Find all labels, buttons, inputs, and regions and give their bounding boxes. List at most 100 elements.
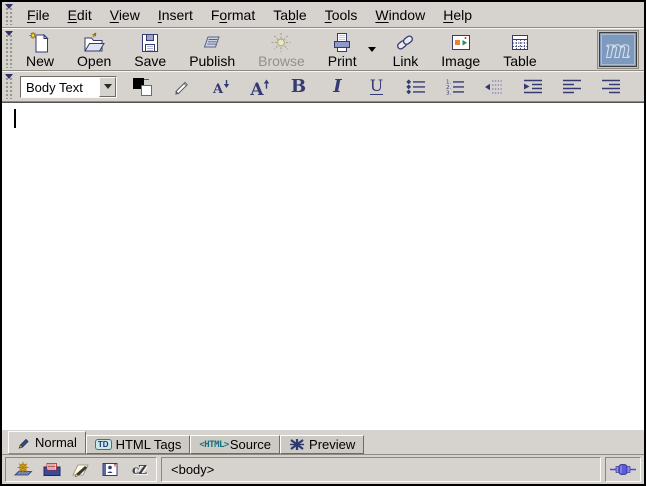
new-button-label: New	[26, 54, 54, 69]
element-path-text: <body>	[171, 462, 214, 477]
save-button[interactable]: Save	[126, 28, 174, 71]
composer-button[interactable]	[68, 460, 94, 480]
align-left-button[interactable]	[558, 74, 585, 100]
bold-icon: B	[291, 76, 306, 97]
svg-text:m: m	[605, 35, 630, 64]
status-bar: cZ <body>	[2, 455, 644, 484]
table-button-label: Table	[503, 54, 536, 69]
toolbar-grippy[interactable]	[5, 31, 14, 68]
image-icon	[449, 31, 473, 54]
combobox-dropdown-icon[interactable]	[99, 77, 116, 97]
link-chain-icon	[393, 31, 417, 54]
td-tag-icon: TD	[95, 439, 112, 450]
menu-help[interactable]: Help	[441, 4, 474, 26]
link-button-label: Link	[393, 54, 419, 69]
navigator-button[interactable]	[10, 460, 36, 480]
italic-icon: I	[333, 76, 341, 97]
bold-button[interactable]: B	[285, 74, 312, 100]
bulleted-list-button[interactable]	[402, 74, 429, 100]
paragraph-format-select[interactable]: Body Text	[20, 76, 117, 98]
tab-html-tags[interactable]: TD HTML Tags	[86, 435, 190, 454]
print-button-label: Print	[328, 54, 357, 69]
browse-button-label: Browse	[258, 54, 305, 69]
align-right-button[interactable]	[597, 74, 624, 100]
table-button[interactable]: Table	[495, 28, 544, 71]
mozilla-throbber[interactable]: m	[597, 30, 639, 69]
menu-table[interactable]: Table	[271, 4, 309, 26]
html-source-icon: <HTML>	[199, 440, 229, 450]
highlight-color-button[interactable]	[168, 74, 195, 100]
tab-preview[interactable]: Preview	[280, 435, 364, 454]
publish-button[interactable]: Publish	[181, 28, 243, 71]
menu-view[interactable]: View	[108, 4, 142, 26]
text-caret	[14, 109, 16, 128]
open-button[interactable]: Open	[69, 28, 119, 71]
outdent-icon	[483, 78, 505, 95]
address-book-button[interactable]	[97, 460, 123, 480]
tab-source-label: Source	[230, 437, 271, 452]
svg-text:A: A	[249, 80, 264, 98]
preview-icon	[289, 438, 305, 451]
numbered-list-button[interactable]: 1.2.3.	[441, 74, 468, 100]
tab-preview-label: Preview	[309, 437, 355, 452]
italic-button[interactable]: I	[324, 74, 351, 100]
composer-window: File Edit View Insert Format Table Tools…	[0, 0, 646, 486]
svg-text:3.: 3.	[446, 91, 451, 96]
formatbar-grippy[interactable]	[5, 74, 14, 99]
save-button-label: Save	[134, 54, 166, 69]
menu-window[interactable]: Window	[373, 4, 427, 26]
online-status-panel[interactable]	[605, 457, 641, 482]
align-right-icon	[600, 78, 622, 95]
menu-tools[interactable]: Tools	[323, 4, 360, 26]
paragraph-format-value: Body Text	[21, 77, 99, 97]
decrease-font-size-button[interactable]: A	[207, 74, 234, 100]
browse-icon	[269, 31, 293, 54]
editor-content-area[interactable]	[2, 102, 644, 430]
pen-icon	[17, 436, 31, 449]
menu-insert[interactable]: Insert	[156, 4, 195, 26]
smaller-font-icon: A	[210, 77, 232, 97]
svg-text:A: A	[211, 82, 223, 97]
link-button[interactable]: Link	[385, 28, 427, 71]
print-button[interactable]: Print	[320, 28, 365, 71]
mail-button[interactable]	[39, 460, 65, 480]
menu-bar: File Edit View Insert Format Table Tools…	[2, 2, 644, 28]
print-dropdown-arrow-icon[interactable]	[365, 35, 379, 65]
menu-format[interactable]: Format	[209, 4, 257, 26]
indent-button[interactable]	[519, 74, 546, 100]
underline-icon: U	[370, 78, 383, 95]
menubar-grippy[interactable]	[5, 4, 14, 25]
text-color-button[interactable]	[129, 74, 156, 100]
menu-edit[interactable]: Edit	[66, 4, 94, 26]
tab-html-tags-label: HTML Tags	[116, 437, 182, 452]
publish-icon	[200, 31, 224, 54]
tab-source[interactable]: <HTML> Source	[190, 435, 280, 454]
open-button-label: Open	[77, 54, 111, 69]
print-icon	[330, 31, 354, 54]
browse-button: Browse	[250, 28, 313, 71]
menu-file[interactable]: File	[25, 4, 52, 26]
save-floppy-icon	[138, 31, 162, 54]
highlight-pen-icon	[172, 77, 192, 96]
chatzilla-button[interactable]: cZ	[126, 460, 152, 480]
main-toolbar: New Open Save	[2, 28, 644, 71]
image-button[interactable]: Image	[433, 28, 488, 71]
increase-font-size-button[interactable]: A	[246, 74, 273, 100]
edit-mode-tabbar: Normal TD HTML Tags <HTML> Source Previe…	[2, 430, 644, 455]
new-button[interactable]: New	[18, 28, 62, 71]
align-left-icon	[561, 78, 583, 95]
element-path-panel[interactable]: <body>	[161, 457, 601, 482]
image-button-label: Image	[441, 54, 480, 69]
outdent-button[interactable]	[480, 74, 507, 100]
tab-normal[interactable]: Normal	[8, 431, 86, 454]
larger-font-icon: A	[248, 76, 272, 98]
tab-normal-label: Normal	[35, 435, 77, 450]
underline-button[interactable]: U	[363, 74, 390, 100]
indent-icon	[522, 78, 544, 95]
print-button-group: Print	[320, 28, 385, 71]
bulleted-list-icon	[405, 78, 427, 95]
numbered-list-icon: 1.2.3.	[444, 78, 466, 95]
chatzilla-icon: cZ	[132, 463, 146, 477]
format-toolbar: Body Text A	[2, 71, 644, 102]
text-color-icon	[133, 78, 152, 96]
